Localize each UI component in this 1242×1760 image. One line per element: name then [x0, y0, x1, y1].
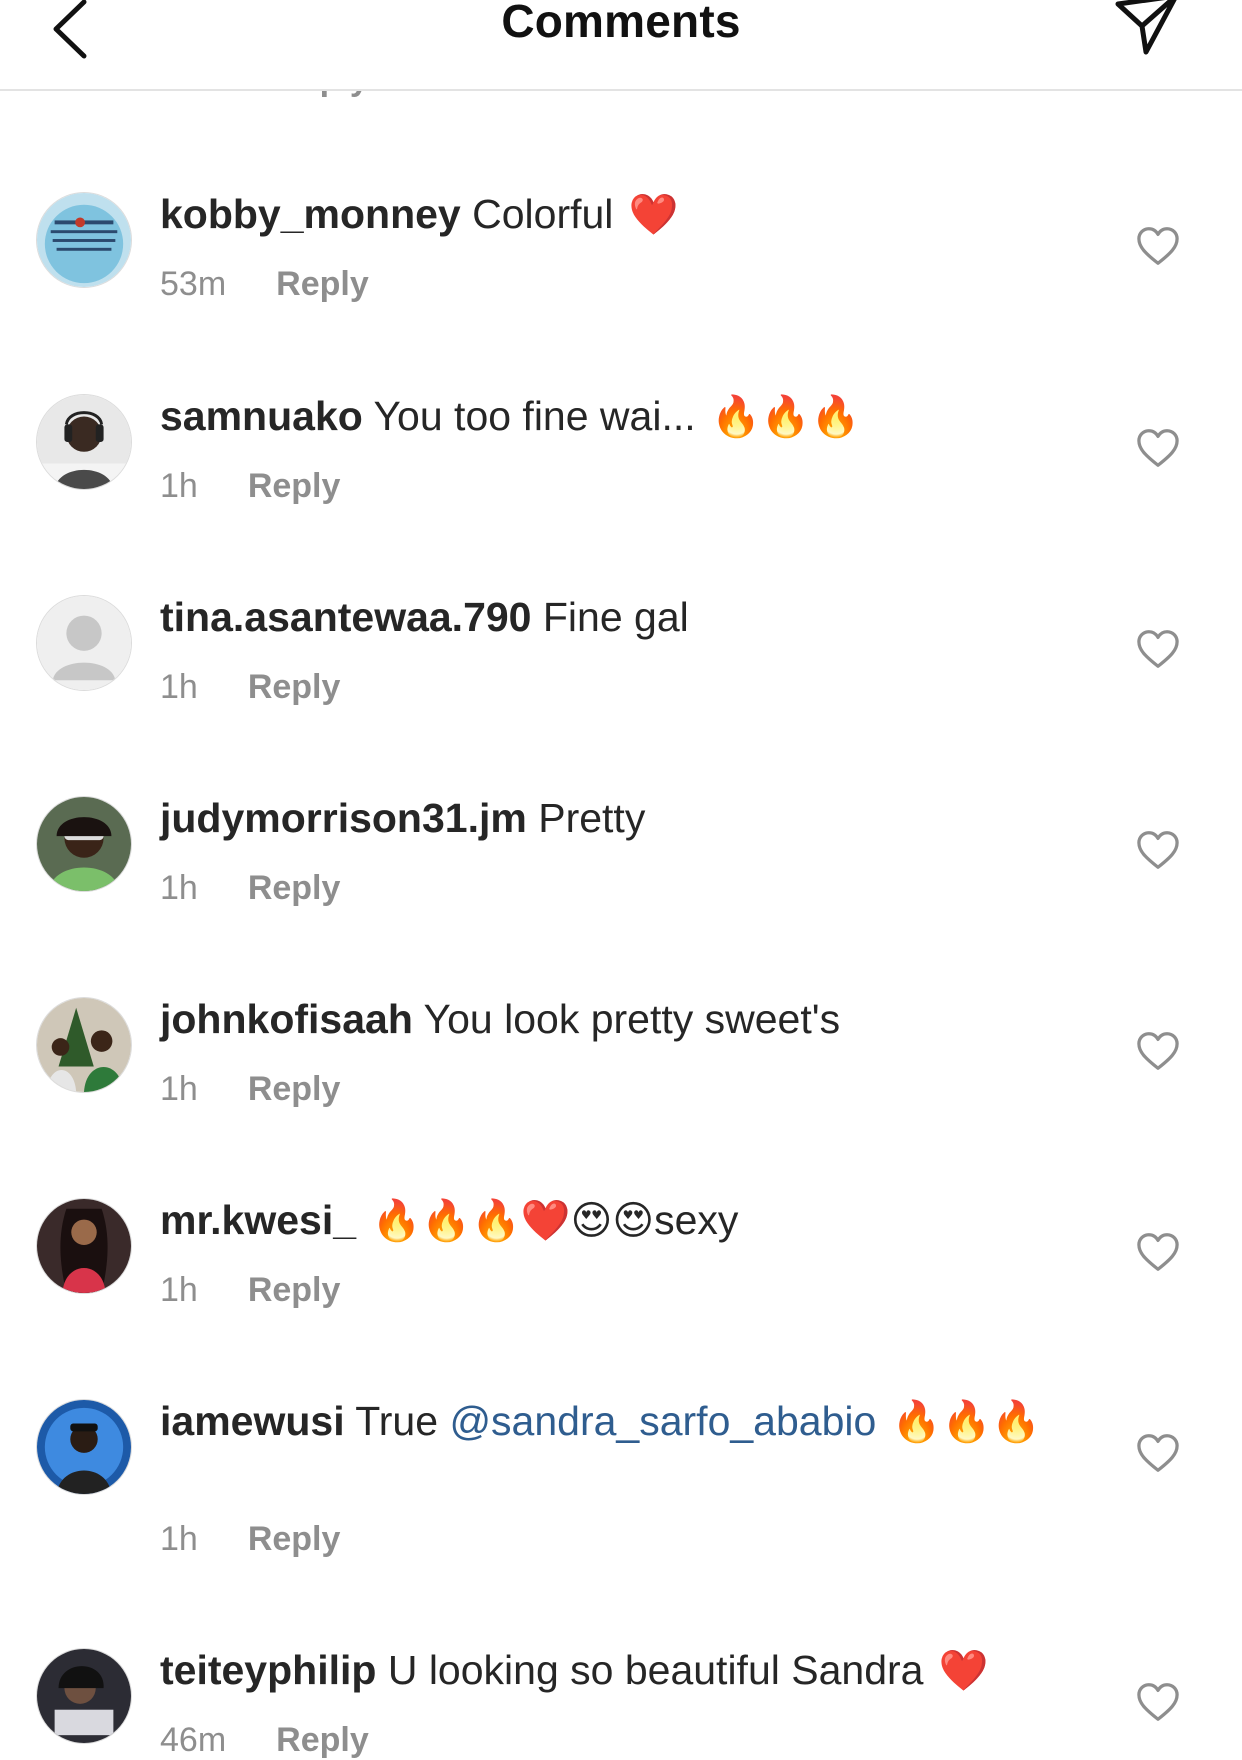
avatar[interactable] — [36, 997, 132, 1093]
comment-username[interactable]: tina.asantewaa.790 — [160, 594, 531, 640]
comment-time: 1h — [160, 1070, 198, 1108]
comment-body: You too fine wai... — [373, 393, 696, 439]
comment-username[interactable]: judymorrison31.jm — [160, 795, 527, 841]
comment-username[interactable]: teiteyphilip — [160, 1647, 376, 1693]
reply-button[interactable]: Reply — [248, 667, 341, 707]
reply-button[interactable]: Reply — [276, 264, 369, 304]
reply-button[interactable]: Reply — [248, 1069, 341, 1109]
comment-emojis: ❤️ — [628, 193, 679, 237]
comment-meta: 53m Reply — [160, 264, 369, 304]
comment-username[interactable]: mr.kwesi_ — [160, 1197, 356, 1243]
comment-meta: 1h Reply — [160, 868, 340, 908]
comment-time: 46m — [160, 1721, 227, 1759]
avatar[interactable] — [36, 394, 132, 490]
comment-meta: 46m Reply — [160, 1720, 369, 1760]
like-heart-icon[interactable] — [1136, 428, 1180, 468]
comment-text: samnuako You too fine wai... 🔥🔥🔥 — [160, 388, 1092, 445]
like-heart-icon[interactable] — [1136, 1232, 1180, 1272]
comment-meta: 1h Reply — [160, 1519, 340, 1559]
reply-button[interactable]: Reply — [248, 868, 341, 908]
comment-time: 1h — [160, 668, 198, 706]
avatar[interactable] — [36, 796, 132, 892]
comment-text: johnkofisaah You look pretty sweet's — [160, 991, 1092, 1047]
comment-text: mr.kwesi_ 🔥🔥🔥❤️😍😍sexy — [160, 1192, 1092, 1249]
comment-username[interactable]: iamewusi — [160, 1398, 345, 1444]
avatar[interactable] — [36, 1198, 132, 1294]
comment-emojis: 🔥🔥🔥❤️😍😍 — [371, 1199, 655, 1243]
like-heart-icon[interactable] — [1136, 1433, 1180, 1473]
comments-list: 36mReply kobby_monney Colorful ❤️ 53mRep… — [0, 0, 1242, 1759]
avatar[interactable] — [36, 1648, 132, 1744]
comment-body: You look pretty sweet's — [423, 996, 841, 1042]
avatar[interactable] — [36, 192, 132, 288]
comment-time: 1h — [160, 1520, 198, 1558]
like-heart-icon[interactable] — [1136, 1031, 1180, 1071]
comment-text: teiteyphilip U looking so beautiful Sand… — [160, 1642, 1092, 1699]
avatar[interactable] — [36, 1399, 132, 1495]
reply-button[interactable]: Reply — [276, 1720, 369, 1760]
comment-body: True — [355, 1398, 439, 1444]
comment-time: 53m — [160, 265, 227, 303]
mention-link[interactable]: @sandra_sarfo_ababio — [449, 1398, 876, 1444]
like-heart-icon[interactable] — [1136, 226, 1180, 266]
comment-username[interactable]: johnkofisaah — [160, 996, 413, 1042]
comment-meta: 1h Reply — [160, 466, 340, 506]
top-nav-bar: Comments — [0, 0, 1242, 91]
comment-time: 1h — [160, 467, 198, 505]
comment-meta: 1h Reply — [160, 1069, 340, 1109]
comment-body: U looking so beautiful Sandra — [387, 1647, 924, 1693]
comment-meta: 1h Reply — [160, 667, 340, 707]
comment-body: Fine gal — [542, 594, 689, 640]
comment-username[interactable]: kobby_monney — [160, 191, 461, 237]
comment-text: judymorrison31.jm Pretty — [160, 790, 1092, 846]
comment-body: Colorful — [472, 191, 614, 237]
like-heart-icon[interactable] — [1136, 629, 1180, 669]
comment-text: tina.asantewaa.790 Fine gal — [160, 589, 1092, 645]
comment-meta: 1h Reply — [160, 1270, 340, 1310]
comment-emojis: 🔥🔥🔥 — [891, 1400, 1042, 1444]
comment-time: 1h — [160, 869, 198, 907]
reply-button[interactable]: Reply — [248, 466, 341, 506]
comment-text: iamewusi True @sandra_sarfo_ababio 🔥🔥🔥 — [160, 1393, 1092, 1450]
comment-text: kobby_monney Colorful ❤️ — [160, 186, 1092, 243]
avatar[interactable] — [36, 595, 132, 691]
paper-plane-icon[interactable] — [1112, 0, 1182, 60]
like-heart-icon[interactable] — [1136, 830, 1180, 870]
reply-button[interactable]: Reply — [248, 1270, 341, 1310]
comment-time: 1h — [160, 1271, 198, 1309]
comment-emojis: ❤️ — [938, 1649, 989, 1693]
like-heart-icon[interactable] — [1136, 1682, 1180, 1722]
reply-button[interactable]: Reply — [248, 1519, 341, 1559]
page-title: Comments — [501, 0, 741, 47]
comment-emojis: 🔥🔥🔥 — [711, 395, 861, 439]
comment-body: sexy — [654, 1197, 739, 1243]
comment-username[interactable]: samnuako — [160, 393, 363, 439]
comment-body: Pretty — [538, 795, 646, 841]
